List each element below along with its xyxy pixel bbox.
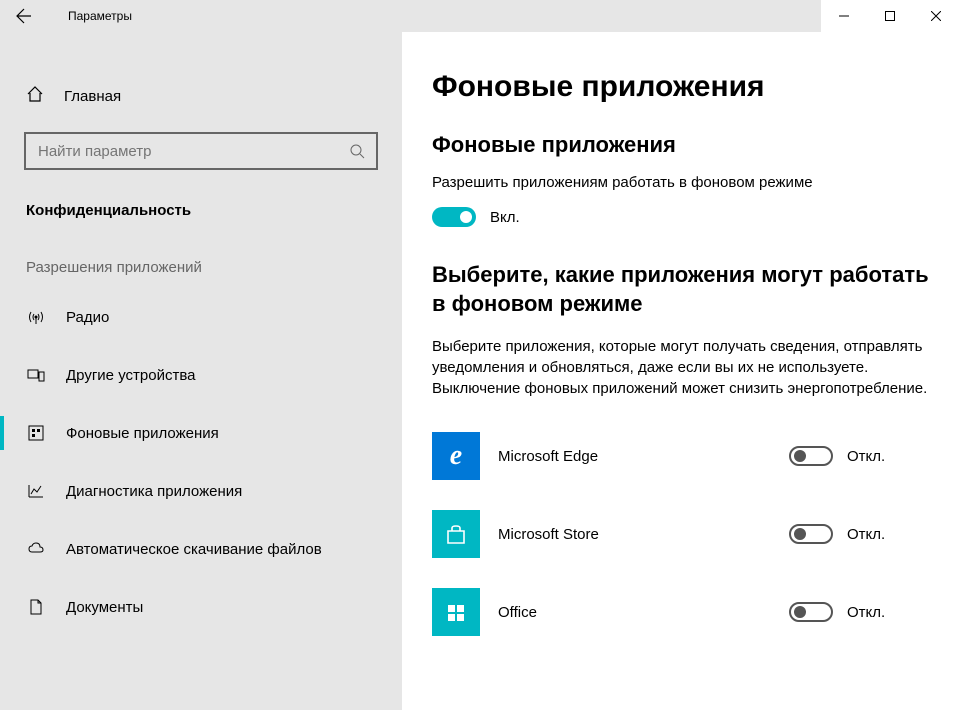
- app-name: Microsoft Store: [498, 526, 771, 543]
- titlebar: Параметры: [0, 0, 959, 32]
- nav-label: Фоновые приложения: [66, 425, 219, 442]
- sidebar-item-background-apps[interactable]: Фоновые приложения: [0, 404, 402, 462]
- home-link[interactable]: Главная: [0, 72, 402, 120]
- radio-icon: [26, 307, 46, 327]
- app-toggle-office[interactable]: [789, 602, 833, 622]
- app-toggle-state: Откл.: [847, 448, 885, 465]
- search-box[interactable]: [24, 132, 378, 170]
- search-icon: [338, 143, 376, 159]
- window-controls: [821, 0, 959, 32]
- search-input[interactable]: [26, 143, 338, 160]
- master-toggle[interactable]: [432, 207, 476, 227]
- section1-title: Фоновые приложения: [432, 132, 929, 158]
- nav-label: Диагностика приложения: [66, 483, 242, 500]
- nav-label: Другие устройства: [66, 367, 195, 384]
- back-button[interactable]: [0, 0, 48, 32]
- app-icon-edge: e: [432, 432, 480, 480]
- nav-label: Автоматическое скачивание файлов: [66, 541, 322, 558]
- sidebar-item-documents[interactable]: Документы: [0, 578, 402, 636]
- section2-description: Выберите приложения, которые могут получ…: [432, 336, 929, 399]
- home-label: Главная: [64, 88, 121, 105]
- cloud-download-icon: [26, 539, 46, 559]
- background-apps-icon: [26, 423, 46, 443]
- nav-label: Документы: [66, 599, 143, 616]
- app-toggle-state: Откл.: [847, 604, 885, 621]
- group-header: Разрешения приложений: [0, 219, 402, 288]
- app-row-office: Office Откл.: [432, 573, 929, 651]
- master-toggle-state: Вкл.: [490, 209, 520, 226]
- sidebar-item-radio[interactable]: Радио: [0, 288, 402, 346]
- page-title: Фоновые приложения: [432, 70, 929, 104]
- maximize-button[interactable]: [867, 0, 913, 32]
- app-icon-office: [432, 588, 480, 636]
- nav-label: Радио: [66, 309, 109, 326]
- minimize-button[interactable]: [821, 0, 867, 32]
- app-icon-store: [432, 510, 480, 558]
- sidebar-item-other-devices[interactable]: Другие устройства: [0, 346, 402, 404]
- master-toggle-label: Разрешить приложениям работать в фоновом…: [432, 172, 929, 193]
- sidebar: Главная Конфиденциальность Разрешения пр…: [0, 32, 402, 710]
- sidebar-item-auto-downloads[interactable]: Автоматическое скачивание файлов: [0, 520, 402, 578]
- app-toggle-state: Откл.: [847, 526, 885, 543]
- app-row-store: Microsoft Store Откл.: [432, 495, 929, 573]
- app-name: Microsoft Edge: [498, 448, 771, 465]
- window-title: Параметры: [48, 9, 821, 23]
- section2-title: Выберите, какие приложения могут работат…: [432, 261, 929, 318]
- close-button[interactable]: [913, 0, 959, 32]
- section-header: Конфиденциальность: [0, 170, 402, 219]
- main-content: Фоновые приложения Фоновые приложения Ра…: [402, 32, 959, 710]
- document-icon: [26, 597, 46, 617]
- arrow-left-icon: [16, 8, 32, 24]
- diagnostics-icon: [26, 481, 46, 501]
- devices-icon: [26, 365, 46, 385]
- sidebar-item-app-diagnostics[interactable]: Диагностика приложения: [0, 462, 402, 520]
- app-row-edge: e Microsoft Edge Откл.: [432, 417, 929, 495]
- app-toggle-edge[interactable]: [789, 446, 833, 466]
- home-icon: [26, 85, 44, 107]
- app-toggle-store[interactable]: [789, 524, 833, 544]
- app-name: Office: [498, 604, 771, 621]
